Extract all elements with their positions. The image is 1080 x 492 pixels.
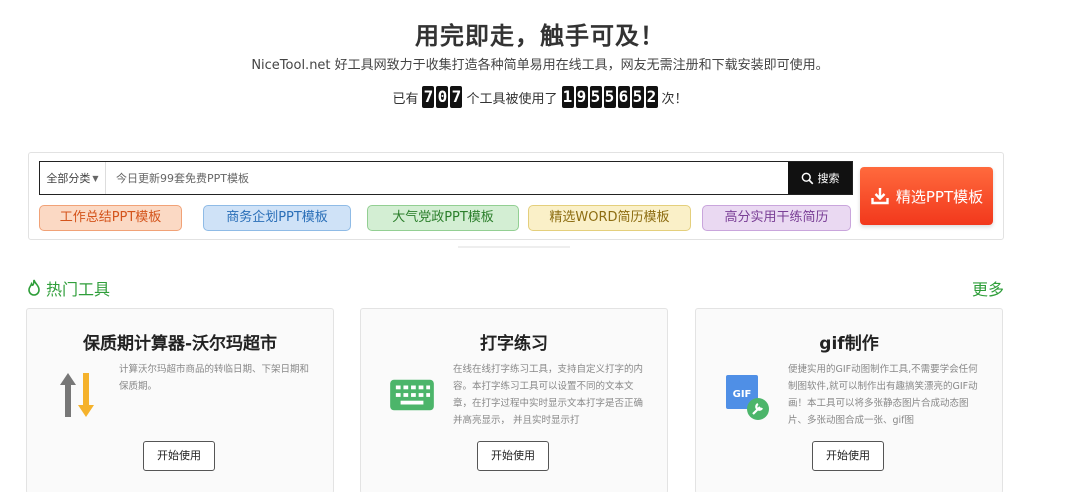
tool-card-gif[interactable]: gif制作 GIF 便捷实用的GIF动图制作工具,不需要学会任何制图软件,就可以… — [695, 308, 1003, 492]
counter-digit: 5 — [631, 86, 644, 108]
counter-digit: 1 — [561, 86, 574, 108]
card-title: 保质期计算器-沃尔玛超市 — [82, 334, 278, 354]
counter-digit: 5 — [603, 86, 616, 108]
search-button[interactable]: 搜索 — [788, 162, 852, 194]
counter-digit: 0 — [436, 86, 449, 108]
usage-stats: 已有 7 0 7 个工具被使用了 1 9 5 5 6 5 2 次！ — [0, 86, 1080, 108]
featured-ppt-label: 精选PPT模板 — [895, 187, 984, 206]
hot-tools-header: 热门工具 更多 — [26, 276, 1004, 300]
download-icon — [871, 188, 889, 205]
card-description: 在线在线打字练习工具，支持自定义打字的内容。本打字练习工具可以设置不同的文本文章… — [453, 364, 644, 426]
stats-suffix: 次！ — [661, 91, 688, 107]
page-title: 用完即走，触手可及！ — [415, 22, 665, 50]
tag-resume[interactable]: 高分实用干练简历 — [702, 205, 851, 231]
tag-party-ppt[interactable]: 大气党政PPT模板 — [367, 205, 519, 231]
up-down-arrows-icon — [53, 367, 103, 423]
caret-down-icon: ▼ — [92, 173, 99, 183]
tool-card-typing[interactable]: 打字练习 在线在线打字练习工具，支持自定义打字的内容。本打字练习工具可以设置不同… — [360, 308, 668, 492]
svg-text:GIF: GIF — [733, 389, 752, 400]
flame-icon — [28, 279, 40, 296]
counter-digit: 7 — [422, 86, 435, 108]
tag-business-ppt[interactable]: 商务企划PPT模板 — [203, 205, 351, 231]
search-bar: 全部分类 ▼ 搜索 — [39, 161, 853, 195]
stats-middle: 个工具被使用了 — [466, 91, 558, 107]
more-link[interactable]: 更多 — [972, 276, 1004, 300]
site-tagline: NiceTool.net 好工具网致力于收集打造各种简单易用在线工具，网友无需注… — [251, 58, 829, 73]
search-icon — [801, 172, 813, 184]
card-title: 打字练习 — [480, 334, 548, 354]
hot-tools-label: 热门工具 — [46, 280, 111, 299]
category-dropdown[interactable]: 全部分类 ▼ — [40, 162, 106, 194]
counter-digit: 9 — [575, 86, 588, 108]
start-button[interactable]: 开始使用 — [477, 441, 549, 471]
start-button[interactable]: 开始使用 — [812, 441, 884, 471]
keyboard-icon — [387, 367, 437, 423]
start-button[interactable]: 开始使用 — [143, 441, 215, 471]
counter-digit: 7 — [450, 86, 463, 108]
featured-ppt-button[interactable]: 精选PPT模板 — [860, 167, 993, 225]
search-panel: 全部分类 ▼ 搜索 精选PPT模板 工作总结PPT模板 商务企划PPT模板 大气… — [28, 152, 1004, 240]
hot-tools-title: 热门工具 — [26, 276, 110, 300]
card-title: gif制作 — [819, 334, 879, 354]
counter-digit: 2 — [645, 86, 658, 108]
card-description: 便捷实用的GIF动图制作工具,不需要学会任何制图软件,就可以制作出有趣搞笑漂亮的… — [788, 364, 978, 426]
tag-word-resume[interactable]: 精选WORD简历模板 — [528, 205, 691, 231]
usage-count-counter: 1 9 5 5 6 5 2 — [561, 86, 658, 108]
tool-count-counter: 7 0 7 — [422, 86, 463, 108]
tag-work-summary-ppt[interactable]: 工作总结PPT模板 — [39, 205, 182, 231]
gif-tool-icon: GIF — [722, 367, 772, 423]
tool-card-shelf-life[interactable]: 保质期计算器-沃尔玛超市 计算沃尔玛超市商品的转临日期、下架日期和保质期。 开始… — [26, 308, 334, 492]
counter-digit: 6 — [617, 86, 630, 108]
stats-prefix: 已有 — [392, 91, 419, 107]
category-label: 全部分类 — [46, 172, 91, 185]
card-description: 计算沃尔玛超市商品的转临日期、下架日期和保质期。 — [119, 364, 310, 392]
divider — [458, 246, 570, 248]
search-input[interactable] — [106, 162, 788, 194]
counter-digit: 5 — [589, 86, 602, 108]
search-button-label: 搜索 — [817, 172, 840, 185]
